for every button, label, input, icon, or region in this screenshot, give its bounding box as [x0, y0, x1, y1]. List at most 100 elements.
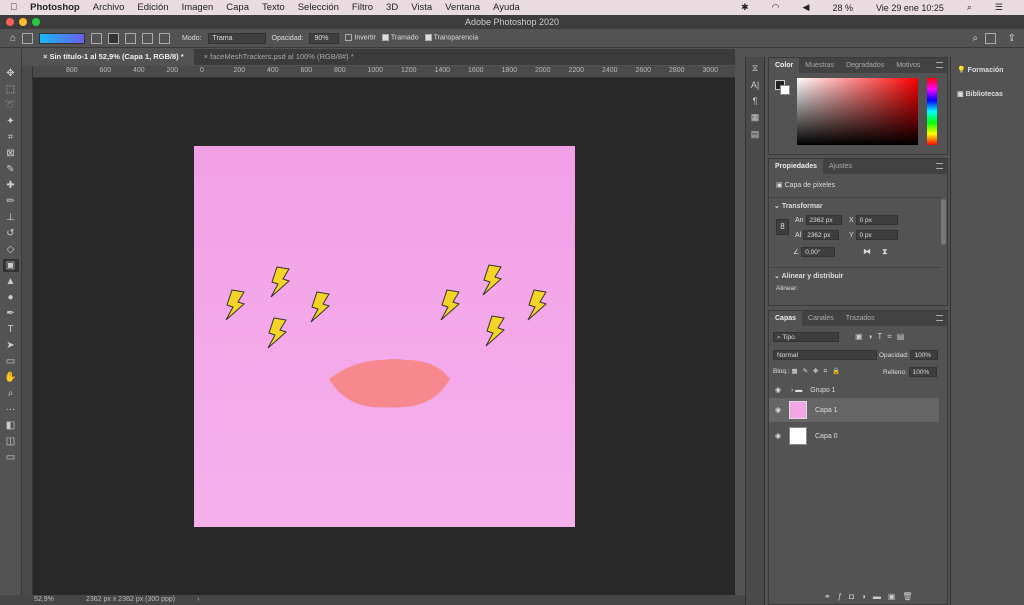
fill-input[interactable]: 100% — [908, 367, 937, 377]
menu-edicion[interactable]: Edición — [137, 2, 168, 13]
navigator-panel-icon[interactable]: ▦ — [751, 112, 760, 123]
mode-select[interactable]: Trama — [207, 32, 266, 44]
type-tool-icon[interactable]: T — [7, 323, 13, 336]
blur-tool-icon[interactable]: ▲ — [6, 275, 16, 288]
paragraph-panel-icon[interactable]: ¶ — [753, 96, 758, 106]
layer-row-capa-0[interactable]: ◉ Capa 0 — [769, 424, 939, 448]
brush-tool-icon[interactable]: ✏ — [6, 195, 14, 208]
invert-checkbox[interactable]: Invertir — [345, 34, 376, 42]
zoom-level[interactable]: 52,9% — [34, 596, 54, 603]
visibility-eye-icon[interactable]: ◉ — [775, 406, 781, 414]
layer-filter-select[interactable]: ⌕ Tipo — [773, 332, 839, 342]
apple-icon[interactable]:  — [10, 2, 17, 13]
menu-ayuda[interactable]: Ayuda — [493, 2, 520, 13]
lock-icons[interactable]: ▦✎✥⌗🔒 — [791, 368, 845, 375]
pen-tool-icon[interactable]: ✒ — [6, 307, 14, 320]
color-field[interactable] — [797, 78, 918, 145]
menu-seleccion[interactable]: Selección — [298, 2, 339, 13]
history-brush-icon[interactable]: ↺ — [6, 227, 14, 240]
reflected-gradient-button[interactable] — [142, 32, 154, 44]
radial-gradient-button[interactable] — [108, 32, 120, 44]
hand-tool-icon[interactable]: ✋ — [4, 371, 16, 384]
tab-propiedades[interactable]: Propiedades — [769, 159, 824, 174]
menu-app[interactable]: Photoshop — [30, 2, 80, 13]
screen-mode-icon[interactable]: ▭ — [6, 451, 15, 464]
layer-actions[interactable]: ⚭ƒ◘◑▬▣🗑 — [824, 592, 920, 601]
marquee-tool-icon[interactable]: ⬚ — [6, 83, 15, 96]
move-tool-icon[interactable]: ✥ — [6, 67, 14, 80]
path-selection-icon[interactable]: ➤ — [6, 339, 14, 352]
properties-scrollbar[interactable] — [941, 199, 946, 245]
visibility-eye-icon[interactable]: ◉ — [775, 432, 781, 440]
home-icon[interactable]: ⌂ — [10, 33, 16, 44]
document-canvas[interactable] — [194, 146, 575, 527]
tab-sin-titulo[interactable]: × Sin título-1 al 52,9% (Capa 1, RGB/8) … — [33, 49, 194, 65]
share-icon[interactable]: ⇪ — [1008, 33, 1016, 44]
dodge-tool-icon[interactable]: ● — [7, 291, 13, 304]
menu-vista[interactable]: Vista — [411, 2, 432, 13]
formacion-button[interactable]: 💡 Formación — [957, 66, 1003, 74]
minimize-window-button[interactable] — [19, 18, 27, 26]
y-input[interactable]: 0 px — [855, 230, 898, 240]
tab-motivos[interactable]: Motivos — [890, 58, 926, 73]
lasso-tool-icon[interactable]: ➰ — [4, 99, 16, 112]
eraser-tool-icon[interactable]: ◇ — [7, 243, 15, 256]
menu-filtro[interactable]: Filtro — [352, 2, 373, 13]
datetime[interactable]: Vie 29 ene 10:25 — [876, 3, 944, 13]
dither-checkbox[interactable]: Tramado — [381, 34, 419, 42]
menu-archivo[interactable]: Archivo — [93, 2, 125, 13]
linear-gradient-button[interactable] — [91, 32, 103, 44]
blend-mode-select[interactable]: Normal — [773, 350, 877, 360]
tab-color[interactable]: Color — [769, 58, 800, 73]
frame-tool-icon[interactable]: ⊠ — [6, 147, 14, 160]
height-input[interactable]: 2362 px — [803, 230, 840, 240]
layer-opacity-input[interactable]: 100% — [910, 350, 939, 360]
tab-muestras[interactable]: Muestras — [799, 58, 840, 73]
align-section[interactable]: ⌄ Alinear y distribuir — [774, 272, 843, 280]
angle-input[interactable]: 0,00° — [801, 247, 836, 257]
wifi-icon[interactable]: ◠ — [772, 2, 780, 13]
spotlight-icon[interactable]: ⌕ — [967, 2, 972, 13]
tab-degradados[interactable]: Degradados — [840, 58, 890, 73]
panel-menu-icon[interactable] — [936, 62, 943, 68]
menu-imagen[interactable]: Imagen — [182, 2, 214, 13]
menu-3d[interactable]: 3D — [386, 2, 398, 13]
magic-wand-tool-icon[interactable]: ✦ — [6, 115, 14, 128]
tool-preset-picker[interactable] — [22, 32, 34, 44]
notes-panel-icon[interactable]: ▤ — [751, 129, 760, 140]
character-panel-icon[interactable]: A| — [751, 80, 759, 90]
background-swatch[interactable] — [780, 85, 790, 95]
tab-facemesh[interactable]: × faceMeshTrackers.psd al 100% (RGB/8#) … — [194, 49, 364, 65]
angle-gradient-button[interactable] — [125, 32, 137, 44]
zoom-tool-icon[interactable]: ⌕ — [8, 387, 14, 400]
visibility-eye-icon[interactable]: ◉ — [775, 386, 781, 394]
healing-tool-icon[interactable]: ✚ — [6, 179, 14, 192]
tab-trazados[interactable]: Trazados — [840, 311, 881, 326]
tab-canales[interactable]: Canales — [802, 311, 840, 326]
stamp-tool-icon[interactable]: ⊥ — [6, 211, 15, 224]
eyedropper-tool-icon[interactable]: ✎ — [6, 163, 14, 176]
status-expand-icon[interactable]: › — [197, 596, 199, 603]
opacity-input[interactable]: 90% — [309, 32, 340, 44]
search-icon[interactable]: ⌕ — [972, 33, 978, 44]
workspace-icon[interactable] — [985, 32, 996, 44]
flip-vertical-icon[interactable]: ⧗ — [882, 247, 888, 257]
close-window-button[interactable] — [6, 18, 14, 26]
layer-row-capa-1[interactable]: ◉ Capa 1 — [769, 398, 939, 422]
transparency-checkbox[interactable]: Transparencia — [424, 34, 478, 42]
menu-texto[interactable]: Texto — [262, 2, 285, 13]
bibliotecas-button[interactable]: ▣ Bibliotecas — [957, 90, 1003, 98]
menu-ventana[interactable]: Ventana — [445, 2, 480, 13]
quick-mask-icon[interactable]: ◫ — [6, 435, 15, 448]
layer-filter-icons[interactable]: ▣◑T⌗▤ — [855, 332, 909, 342]
gradient-tool-icon[interactable]: ▣ — [2, 259, 19, 272]
tab-capas[interactable]: Capas — [769, 311, 803, 326]
bluetooth-icon[interactable]: ✱ — [741, 2, 749, 13]
crop-tool-icon[interactable]: ⌗ — [8, 131, 14, 144]
panel-menu-icon[interactable] — [936, 315, 943, 321]
history-panel-icon[interactable]: ⧖ — [752, 63, 758, 74]
color-swatches-icon[interactable]: ◧ — [6, 419, 15, 432]
hue-slider[interactable] — [927, 78, 937, 145]
volume-icon[interactable]: ◀ — [803, 2, 810, 13]
more-tools-icon[interactable]: ··· — [6, 403, 16, 416]
